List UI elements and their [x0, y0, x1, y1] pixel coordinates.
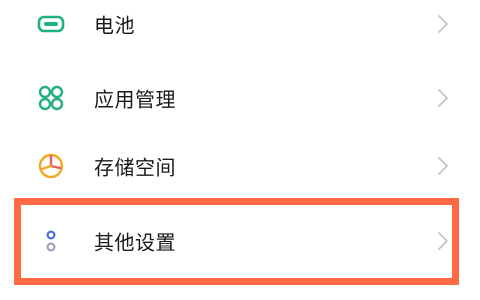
settings-item-label: 应用管理 — [94, 87, 176, 112]
settings-screen: 电池 应用管理 存储空间 其他设置 — [0, 0, 480, 300]
settings-item-other-settings[interactable]: 其他设置 — [0, 209, 480, 273]
battery-icon — [37, 10, 65, 38]
more-settings-icon — [37, 227, 65, 255]
settings-item-battery[interactable]: 电池 — [0, 0, 480, 56]
chevron-right-icon — [438, 15, 448, 33]
settings-item-storage[interactable]: 存储空间 — [0, 134, 480, 198]
settings-item-label: 电池 — [94, 13, 135, 38]
storage-pie-icon — [37, 152, 65, 180]
apps-grid-icon — [37, 84, 65, 112]
settings-item-app-management[interactable]: 应用管理 — [0, 66, 480, 130]
settings-item-label: 其他设置 — [94, 230, 176, 255]
chevron-right-icon — [438, 157, 448, 175]
settings-item-label: 存储空间 — [94, 155, 176, 180]
chevron-right-icon — [438, 89, 448, 107]
chevron-right-icon — [438, 232, 448, 250]
